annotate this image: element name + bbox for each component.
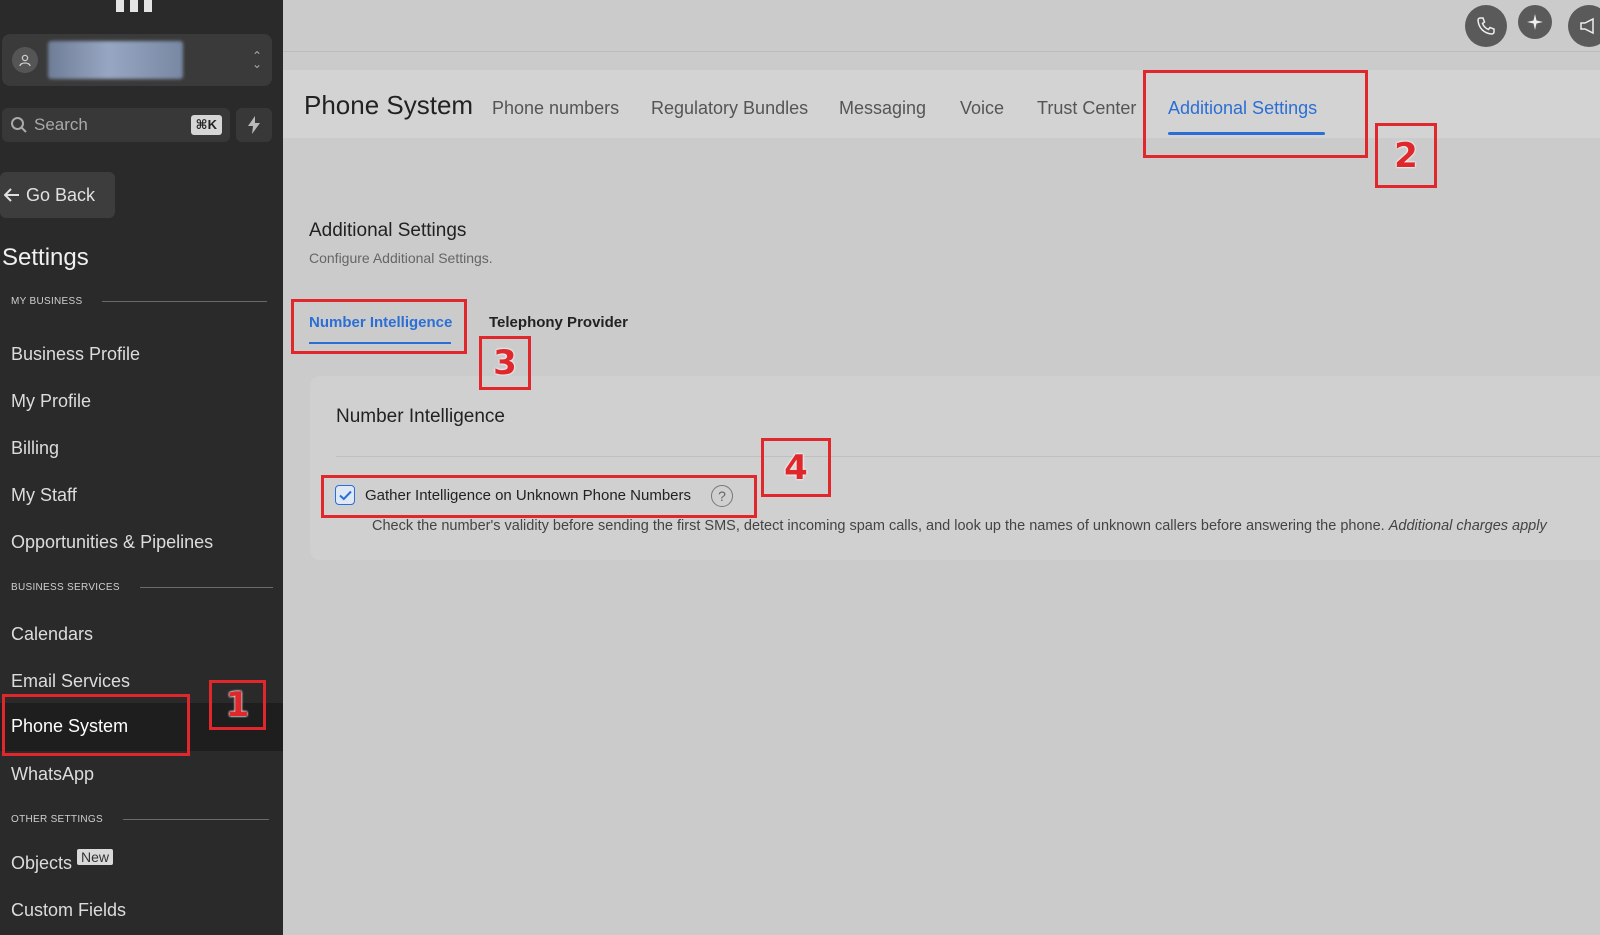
section-label-business-services: BUSINESS SERVICES — [11, 582, 273, 593]
arrow-left-icon — [4, 188, 19, 202]
new-badge: New — [77, 849, 114, 865]
sidebar-item-opportunities[interactable]: Opportunities & Pipelines — [11, 532, 213, 553]
sidebar-item-my-profile[interactable]: My Profile — [11, 391, 91, 412]
sidebar-item-whatsapp[interactable]: WhatsApp — [11, 764, 94, 785]
sidebar-item-email-services[interactable]: Email Services — [11, 671, 130, 692]
go-back-button[interactable]: Go Back — [0, 172, 115, 218]
tab-trust-center[interactable]: Trust Center — [1037, 98, 1136, 119]
lightning-icon — [248, 116, 260, 134]
lightning-button[interactable] — [236, 108, 272, 142]
search-input[interactable] — [34, 115, 174, 135]
annotation-number-1: 1 — [209, 680, 266, 730]
card-divider — [336, 456, 1600, 457]
app-logo — [116, 0, 158, 12]
section-subtitle: Configure Additional Settings. — [309, 250, 493, 266]
account-name-blurred — [48, 41, 183, 79]
sidebar-item-business-profile[interactable]: Business Profile — [11, 344, 140, 365]
tab-messaging[interactable]: Messaging — [839, 98, 926, 119]
annotation-box-1 — [2, 694, 190, 756]
phone-icon[interactable] — [1465, 5, 1507, 47]
annotation-number-4: 4 — [761, 438, 831, 497]
user-circle-icon — [12, 47, 38, 73]
annotation-box-2 — [1143, 70, 1368, 158]
sidebar-item-objects[interactable]: Objects New — [11, 849, 114, 874]
annotation-box-3 — [291, 299, 467, 354]
megaphone-icon[interactable] — [1568, 5, 1600, 47]
sidebar-item-calendars[interactable]: Calendars — [11, 624, 93, 645]
annotation-number-3: 3 — [479, 336, 531, 390]
checkbox-description: Check the number's validity before sendi… — [372, 518, 1547, 534]
go-back-label: Go Back — [26, 184, 96, 205]
sidebar-item-custom-fields[interactable]: Custom Fields — [11, 900, 126, 921]
sparkle-icon[interactable] — [1518, 5, 1552, 39]
tab-phone-numbers[interactable]: Phone numbers — [492, 98, 619, 119]
page-title: Phone System — [304, 90, 474, 120]
search-box[interactable]: ⌘K — [2, 108, 230, 142]
account-switcher[interactable]: ⌃ ⌄ — [2, 34, 272, 86]
search-icon — [11, 117, 27, 133]
annotation-number-2: 2 — [1375, 123, 1437, 188]
chevron-up-down-icon: ⌃ ⌄ — [251, 49, 262, 71]
top-bar — [283, 0, 1600, 52]
section-title: Additional Settings — [309, 220, 467, 241]
annotation-box-4 — [321, 475, 757, 518]
sidebar-item-my-staff[interactable]: My Staff — [11, 485, 77, 506]
sidebar: ⌃⌄ ⌘K Go Back Settings MY BUSINESS Busin… — [0, 0, 283, 935]
additional-charges-note: Additional charges apply — [1388, 518, 1547, 534]
search-shortcut: ⌘K — [190, 115, 222, 135]
sidebar-item-billing[interactable]: Billing — [11, 438, 59, 459]
section-label-my-business: MY BUSINESS — [11, 296, 268, 307]
section-label-other-settings: OTHER SETTINGS — [11, 814, 269, 825]
tab-voice[interactable]: Voice — [960, 98, 1004, 119]
settings-heading: Settings — [2, 244, 89, 271]
tab-regulatory-bundles[interactable]: Regulatory Bundles — [651, 98, 808, 119]
sidebar-item-objects-label: Objects — [11, 853, 73, 873]
card-title: Number Intelligence — [336, 406, 505, 427]
subtab-telephony-provider[interactable]: Telephony Provider — [489, 314, 628, 331]
